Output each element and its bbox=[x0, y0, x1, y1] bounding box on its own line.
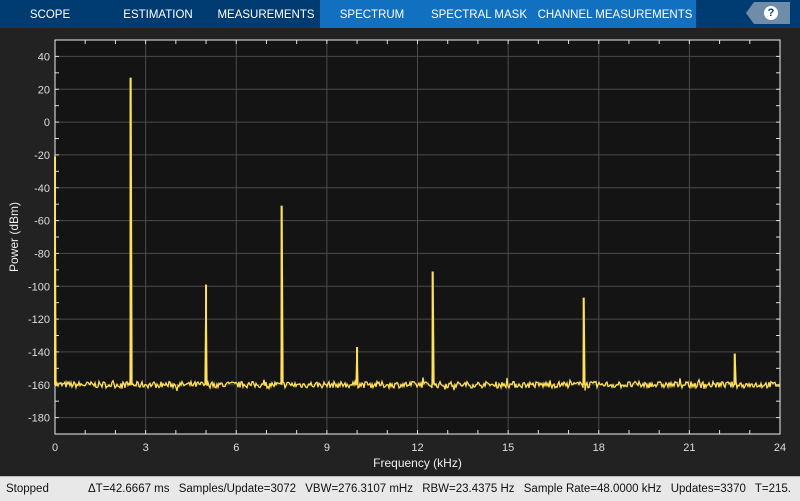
tab-spectrum[interactable]: SPECTRUM bbox=[320, 0, 424, 28]
tab-scope[interactable]: SCOPE bbox=[0, 0, 100, 28]
x-tick-label: 21 bbox=[683, 442, 695, 454]
y-tick-label: -20 bbox=[34, 150, 50, 162]
x-tick-label: 3 bbox=[143, 442, 149, 454]
y-tick-label: -40 bbox=[34, 183, 50, 195]
y-axis-label: Power (dBm) bbox=[7, 202, 21, 272]
status-bar: Stopped ΔT=42.6667 ms Samples/Update=307… bbox=[0, 476, 800, 501]
x-tick-label: 9 bbox=[324, 442, 330, 454]
toolbar: SCOPE ESTIMATION MEASUREMENTS SPECTRUM S… bbox=[0, 0, 800, 28]
y-tick-label: -120 bbox=[28, 314, 50, 326]
status-updates: Updates=3370 bbox=[670, 483, 746, 495]
y-tick-label: 40 bbox=[38, 51, 50, 63]
y-tick-label: -60 bbox=[34, 216, 50, 228]
status-time: T=215. bbox=[754, 483, 791, 495]
y-tick-label: 0 bbox=[44, 117, 50, 129]
status-state: Stopped bbox=[6, 483, 49, 495]
x-tick-label: 18 bbox=[593, 442, 605, 454]
y-tick-label: -180 bbox=[28, 413, 50, 425]
x-tick-label: 24 bbox=[774, 442, 786, 454]
tab-measurements[interactable]: MEASUREMENTS bbox=[212, 0, 320, 28]
help-button[interactable]: ? bbox=[746, 2, 790, 24]
status-rbw: RBW=23.4375 Hz bbox=[422, 483, 515, 495]
status-delta-t: ΔT=42.6667 ms bbox=[88, 483, 170, 495]
x-axis-label: Frequency (kHz) bbox=[373, 456, 462, 470]
status-info: ΔT=42.6667 ms Samples/Update=3072 VBW=27… bbox=[88, 477, 797, 501]
status-vbw: VBW=276.3107 mHz bbox=[305, 483, 413, 495]
x-tick-label: 6 bbox=[233, 442, 239, 454]
x-tick-label: 15 bbox=[502, 442, 514, 454]
tab-estimation[interactable]: ESTIMATION bbox=[108, 0, 208, 28]
y-tick-label: 20 bbox=[38, 84, 50, 96]
y-tick-label: -140 bbox=[28, 347, 50, 359]
spectrum-plot: 0 3 6 9 12 15 18 21 24 40 20 0 -20 -40 -60 -80 -100 -120 -… bbox=[7, 39, 786, 470]
x-tick-label: 0 bbox=[52, 442, 58, 454]
status-sample-rate: Sample Rate=48.0000 kHz bbox=[523, 483, 662, 495]
x-tick-label: 12 bbox=[411, 442, 423, 454]
y-tick-label: -160 bbox=[28, 380, 50, 392]
y-tick-label: -100 bbox=[28, 281, 50, 293]
tab-channel-measurements[interactable]: CHANNEL MEASUREMENTS bbox=[534, 0, 696, 28]
tab-spectral-mask[interactable]: SPECTRAL MASK bbox=[424, 0, 534, 28]
y-tick-label: -80 bbox=[34, 248, 50, 260]
status-samples-update: Samples/Update=3072 bbox=[178, 483, 297, 495]
help-icon: ? bbox=[764, 6, 778, 20]
